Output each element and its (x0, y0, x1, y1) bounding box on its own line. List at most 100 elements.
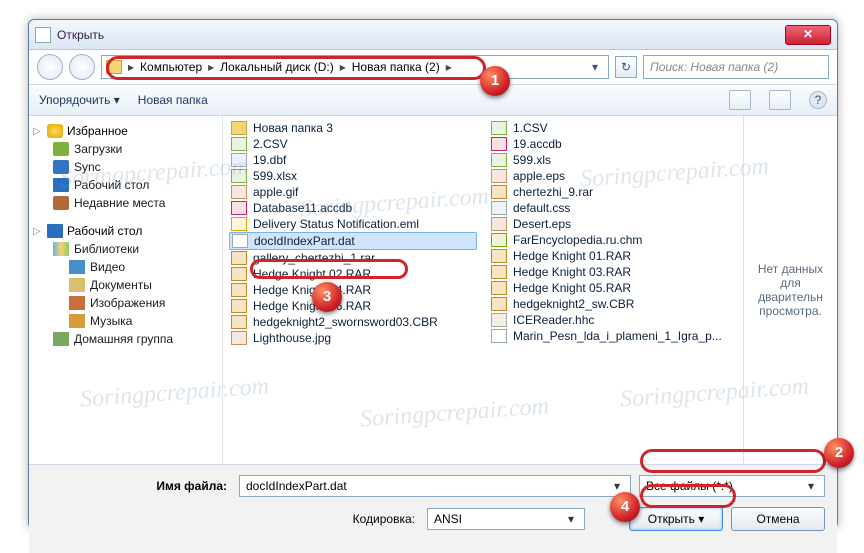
file-list: Новая папка 32.CSV19.dbf599.xlsxapple.gi… (223, 116, 743, 464)
address-bar[interactable]: ▸ Компьютер ▸ Локальный диск (D:) ▸ Нова… (101, 55, 609, 79)
chevron-down-icon: ▾ (114, 93, 120, 107)
sidebar-item-recent[interactable]: Недавние места (33, 194, 218, 212)
file-row[interactable]: ICEReader.hhc (489, 312, 737, 328)
chevron-down-icon[interactable]: ▾ (804, 479, 818, 493)
file-row[interactable]: Delivery Status Notification.eml (229, 216, 477, 232)
libraries-icon (53, 242, 69, 256)
chevron-right-icon: ▸ (206, 60, 216, 74)
sidebar-item-desktop[interactable]: Рабочий стол (33, 176, 218, 194)
file-row[interactable]: chertezhi_9.rar (489, 184, 737, 200)
file-row[interactable]: hedgeknight2_sw.CBR (489, 296, 737, 312)
body: ▷Избранное Загрузки Sync Рабочий стол Не… (29, 116, 837, 464)
file-row[interactable]: Hedge Knight 02.RAR (229, 266, 477, 282)
recent-icon (53, 196, 69, 210)
sidebar-item-downloads[interactable]: Загрузки (33, 140, 218, 158)
sidebar-item-documents[interactable]: Документы (33, 276, 218, 294)
file-row[interactable]: FarEncyclopedia.ru.chm (489, 232, 737, 248)
file-row[interactable]: 2.CSV (229, 136, 477, 152)
file-row[interactable]: 599.xlsx (229, 168, 477, 184)
file-row[interactable]: Hedge Knight 05.RAR (489, 280, 737, 296)
titlebar[interactable]: Открыть ✕ (29, 20, 837, 50)
sidebar-item-sync[interactable]: Sync (33, 158, 218, 176)
file-icon (231, 153, 247, 167)
file-row[interactable]: 599.xls (489, 152, 737, 168)
open-button[interactable]: Открыть ▾ (629, 507, 723, 531)
sidebar-item-images[interactable]: Изображения (33, 294, 218, 312)
file-icon (232, 234, 248, 248)
file-row[interactable]: hedgeknight2_swornsword03.CBR (229, 314, 477, 330)
sidebar-libraries[interactable]: Библиотеки (33, 240, 218, 258)
chevron-down-icon[interactable]: ▾ (610, 479, 624, 493)
address-dropdown[interactable]: ▾ (586, 60, 604, 74)
window-title: Открыть (57, 28, 785, 42)
refresh-button[interactable]: ↻ (615, 56, 637, 78)
file-row[interactable]: Hedge Knight 06.RAR (229, 298, 477, 314)
file-row[interactable]: Database11.accdb (229, 200, 477, 216)
newfolder-button[interactable]: Новая папка (138, 93, 208, 107)
file-row[interactable]: Hedge Knight 03.RAR (489, 264, 737, 280)
file-name: 1.CSV (513, 121, 548, 135)
file-icon (491, 185, 507, 199)
breadcrumb[interactable]: Локальный диск (D:) (216, 60, 338, 74)
chevron-down-icon[interactable]: ▾ (564, 512, 578, 526)
sidebar-item-music[interactable]: Музыка (33, 312, 218, 330)
file-row[interactable]: Hedge Knight 04.RAR (229, 282, 477, 298)
encoding-select[interactable]: ANSI▾ (427, 508, 585, 530)
sidebar-favorites[interactable]: ▷Избранное (33, 122, 218, 140)
open-dialog: Открыть ✕ ▸ Компьютер ▸ Локальный диск (… (28, 19, 838, 529)
encoding-label: Кодировка: (41, 512, 419, 526)
file-icon (491, 121, 507, 135)
file-icon (231, 267, 247, 281)
file-row[interactable]: gallery_chertezhi_1.rar (229, 250, 477, 266)
file-row[interactable]: default.css (489, 200, 737, 216)
filename-label: Имя файла: (41, 479, 231, 493)
images-icon (69, 296, 85, 310)
preview-toggle[interactable] (769, 90, 791, 110)
file-name: docIdIndexPart.dat (254, 234, 355, 248)
file-row[interactable]: Lighthouse.jpg (229, 330, 477, 346)
file-row[interactable]: apple.eps (489, 168, 737, 184)
file-icon (231, 299, 247, 313)
callout-2-badge: 2 (824, 438, 854, 468)
search-input[interactable]: Поиск: Новая папка (2) (643, 55, 829, 79)
filetype-select[interactable]: Все файлы (*.*)▾ (639, 475, 825, 497)
file-row[interactable]: apple.gif (229, 184, 477, 200)
file-name: 19.accdb (513, 137, 562, 151)
file-name: Hedge Knight 03.RAR (513, 265, 631, 279)
organize-menu[interactable]: Упорядочить ▾ (39, 93, 120, 107)
file-column-left: Новая папка 32.CSV19.dbf599.xlsxapple.gi… (223, 116, 483, 464)
documents-icon (69, 278, 85, 292)
breadcrumb[interactable]: Новая папка (2) (348, 60, 444, 74)
file-row[interactable]: 1.CSV (489, 120, 737, 136)
filename-input[interactable]: docIdIndexPart.dat▾ (239, 475, 631, 497)
file-icon (491, 313, 507, 327)
breadcrumb[interactable]: Компьютер (136, 60, 206, 74)
chevron-right-icon: ▸ (126, 60, 136, 74)
file-name: ICEReader.hhc (513, 313, 594, 327)
file-icon (491, 249, 507, 263)
sidebar-desktop-root[interactable]: ▷Рабочий стол (33, 222, 218, 240)
file-row[interactable]: Desert.eps (489, 216, 737, 232)
file-row[interactable]: Hedge Knight 01.RAR (489, 248, 737, 264)
close-button[interactable]: ✕ (785, 25, 831, 45)
nav-forward-button[interactable] (69, 54, 95, 80)
file-icon (231, 315, 247, 329)
file-row[interactable]: 19.dbf (229, 152, 477, 168)
chevron-right-icon: ▸ (444, 60, 454, 74)
file-row[interactable]: Новая папка 3 (229, 120, 477, 136)
file-row[interactable]: 19.accdb (489, 136, 737, 152)
file-name: apple.gif (253, 185, 298, 199)
file-icon (491, 329, 507, 343)
file-row[interactable]: docIdIndexPart.dat (229, 232, 477, 250)
window-icon (35, 27, 51, 43)
nav-back-button[interactable] (37, 54, 63, 80)
sidebar-item-homegroup[interactable]: Домашняя группа (33, 330, 218, 348)
file-name: chertezhi_9.rar (513, 185, 593, 199)
view-menu[interactable] (729, 90, 751, 110)
file-name: gallery_chertezhi_1.rar (253, 251, 375, 265)
cancel-button[interactable]: Отмена (731, 507, 825, 531)
sidebar-item-video[interactable]: Видео (33, 258, 218, 276)
help-button[interactable]: ? (809, 91, 827, 109)
file-icon (231, 331, 247, 345)
file-row[interactable]: Marin_Pesn_lda_i_plameni_1_Igra_p... (489, 328, 737, 344)
